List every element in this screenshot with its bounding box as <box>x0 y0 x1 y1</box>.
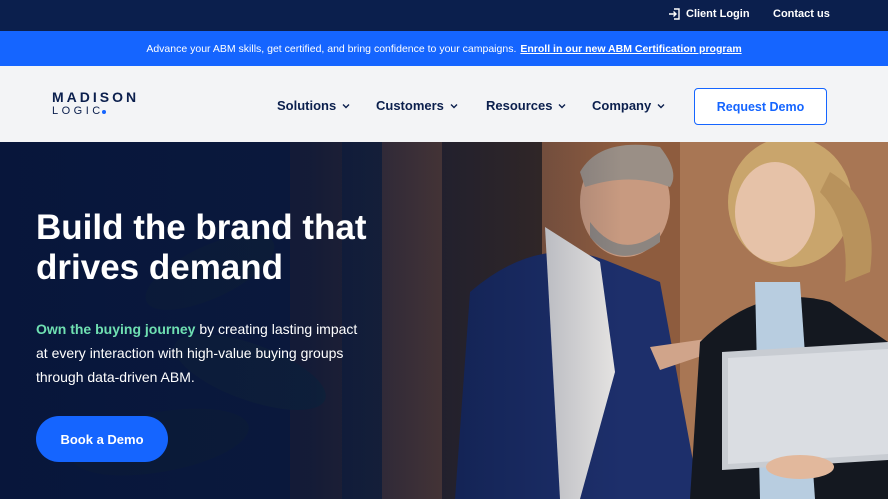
hero: Build the brand that drives demand Own t… <box>0 142 888 499</box>
client-login-label: Client Login <box>686 8 750 20</box>
nav-company[interactable]: Company <box>592 98 665 113</box>
chevron-down-icon <box>657 103 665 108</box>
nav-company-label: Company <box>592 98 652 113</box>
nav-customers-label: Customers <box>376 98 444 113</box>
hero-title: Build the brand that drives demand <box>36 208 367 287</box>
logo-top: MADISON <box>52 89 140 105</box>
book-demo-button[interactable]: Book a Demo <box>36 416 168 462</box>
nav-solutions-label: Solutions <box>277 98 337 113</box>
client-login-link[interactable]: Client Login <box>668 8 750 20</box>
certification-link[interactable]: Enroll in our new ABM Certification prog… <box>520 43 741 55</box>
nav-resources[interactable]: Resources <box>486 98 566 113</box>
logo-bottom-wrap: LOGIC <box>52 104 139 118</box>
nav-solutions[interactable]: Solutions <box>277 98 350 113</box>
announcement-text: Advance your ABM skills, get certified, … <box>146 42 517 55</box>
nav-resources-label: Resources <box>486 98 553 113</box>
utility-bar: Client Login Contact us <box>0 0 888 31</box>
announcement-bar: Advance your ABM skills, get certified, … <box>0 31 888 66</box>
logo[interactable]: MADISON LOGIC <box>52 90 139 118</box>
request-demo-button[interactable]: Request Demo <box>694 88 827 125</box>
hero-subtitle: Own the buying journey by creating lasti… <box>36 317 366 389</box>
chevron-down-icon <box>558 103 566 108</box>
chevron-down-icon <box>450 103 458 108</box>
login-icon <box>669 8 680 20</box>
contact-us-link[interactable]: Contact us <box>773 8 830 20</box>
logo-dot-icon <box>101 110 106 114</box>
main-nav: MADISON LOGIC Solutions Customers Resour… <box>0 66 888 142</box>
chevron-down-icon <box>342 103 350 108</box>
nav-customers[interactable]: Customers <box>376 98 458 113</box>
logo-bottom: LOGIC <box>52 105 104 117</box>
hero-highlight: Own the buying journey <box>36 321 196 337</box>
